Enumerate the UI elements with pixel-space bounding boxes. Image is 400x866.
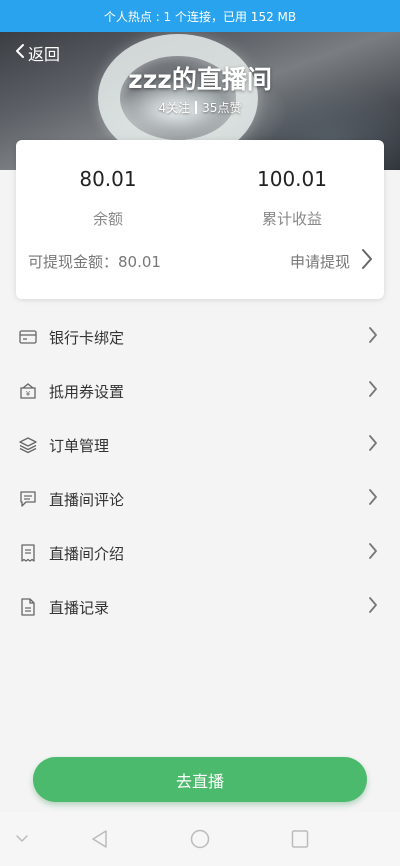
layers-icon xyxy=(19,436,37,454)
menu-item-bank-card[interactable]: 银行卡绑定 xyxy=(0,310,400,364)
chevron-right-icon xyxy=(360,248,374,274)
back-triangle-icon[interactable] xyxy=(90,829,110,849)
balance-column: 80.01 余额 xyxy=(16,140,200,229)
menu-item-records[interactable]: 直播记录 xyxy=(0,580,400,634)
apply-withdraw-label: 申请提现 xyxy=(289,252,350,271)
balance-value: 80.01 xyxy=(79,167,137,191)
earnings-label: 累计收益 xyxy=(261,210,322,228)
earnings-column: 100.01 累计收益 xyxy=(200,140,384,229)
svg-text:¥: ¥ xyxy=(26,390,31,398)
bank-card-icon xyxy=(19,328,37,346)
apply-withdraw-button[interactable]: 申请提现 xyxy=(290,248,374,274)
settings-menu: 银行卡绑定 ¥ 抵用券设置 订单管理 直播间评论 直播间介绍 直播记录 xyxy=(0,310,400,634)
page-title: zzz的直播间 xyxy=(128,65,272,94)
like-count: 35点赞 xyxy=(202,101,242,115)
menu-item-coupon[interactable]: ¥ 抵用券设置 xyxy=(0,364,400,418)
menu-item-intro[interactable]: 直播间介绍 xyxy=(0,526,400,580)
status-bar-text: 个人热点 : 1 个连接，已用 152 MB xyxy=(103,9,297,24)
chevron-right-icon xyxy=(368,542,378,564)
go-live-label: 去直播 xyxy=(175,771,224,791)
room-stats: 4关注 35点赞 xyxy=(0,99,400,116)
chevron-right-icon xyxy=(368,434,378,456)
menu-item-orders[interactable]: 订单管理 xyxy=(0,418,400,472)
home-circle-icon[interactable] xyxy=(190,829,210,849)
coupon-icon: ¥ xyxy=(19,382,37,400)
receipt-icon xyxy=(19,544,37,562)
recents-square-icon[interactable] xyxy=(291,829,309,849)
status-bar: 个人热点 : 1 个连接，已用 152 MB xyxy=(0,0,400,32)
document-icon xyxy=(19,598,37,616)
menu-item-comments[interactable]: 直播间评论 xyxy=(0,472,400,526)
withdraw-row: 可提现金额：80.01 申请提现 xyxy=(28,248,374,274)
divider xyxy=(195,101,198,114)
balance-label: 余额 xyxy=(92,210,123,228)
menu-item-label: 订单管理 xyxy=(49,436,110,455)
go-live-button[interactable]: 去直播 xyxy=(33,757,367,802)
menu-item-label: 直播间评论 xyxy=(49,490,125,509)
chevron-right-icon xyxy=(368,326,378,348)
balance-card: 80.01 余额 100.01 累计收益 可提现金额：80.01 申请提现 xyxy=(16,140,384,299)
menu-item-label: 直播间介绍 xyxy=(49,544,125,563)
chevron-right-icon xyxy=(368,596,378,618)
withdrawable-amount: 可提现金额：80.01 xyxy=(28,252,161,271)
earnings-value: 100.01 xyxy=(257,167,327,191)
chevron-right-icon xyxy=(368,380,378,402)
chevron-down-icon[interactable] xyxy=(14,829,30,849)
system-nav-bar xyxy=(0,812,400,866)
menu-item-label: 抵用券设置 xyxy=(49,382,125,401)
menu-item-label: 银行卡绑定 xyxy=(49,328,125,347)
chevron-right-icon xyxy=(368,488,378,510)
comment-icon xyxy=(19,490,37,508)
follow-count: 4关注 xyxy=(158,101,191,115)
menu-item-label: 直播记录 xyxy=(49,598,110,617)
